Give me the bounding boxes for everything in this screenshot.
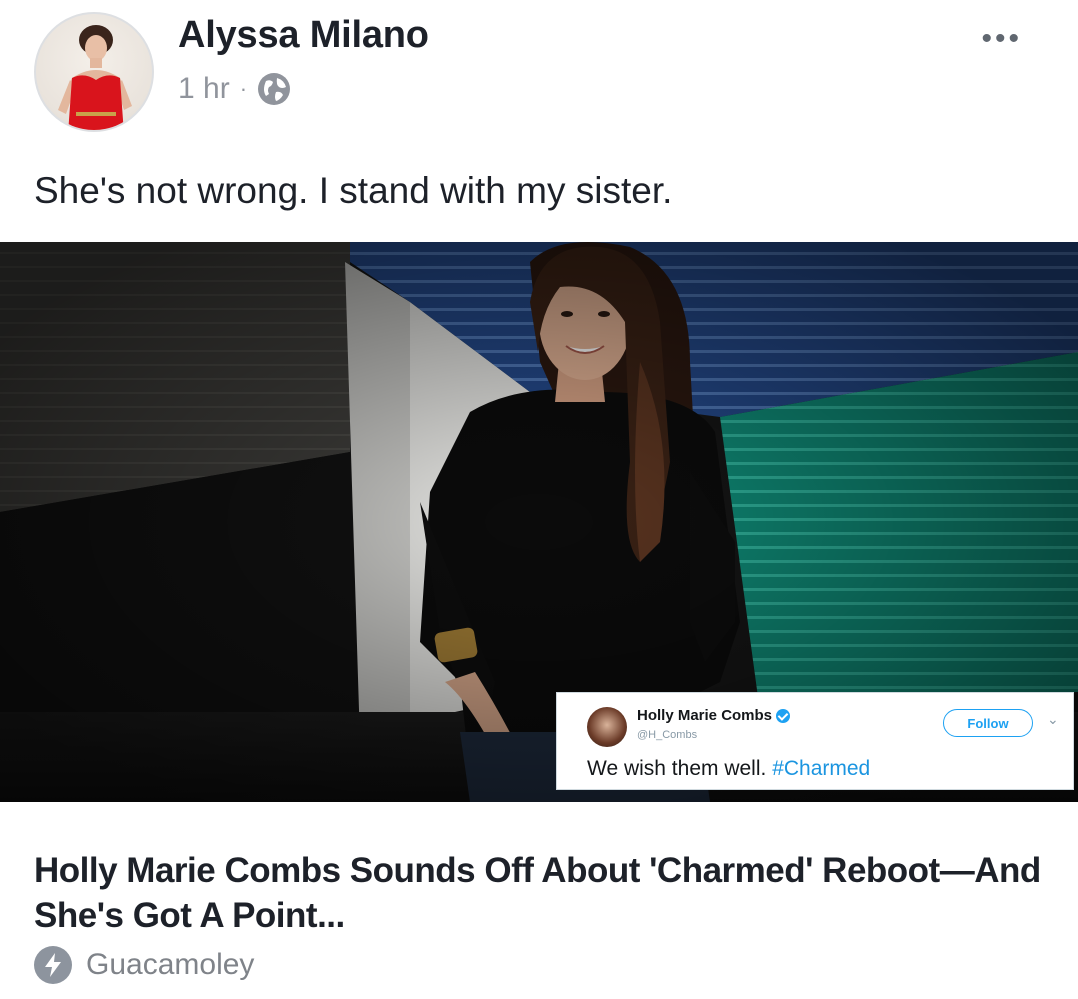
- link-preview-image[interactable]: Holly Marie Combs @H_Combs Follow ⌄ We w…: [0, 242, 1078, 802]
- author-avatar-image: [58, 25, 132, 130]
- follow-button[interactable]: Follow: [943, 709, 1033, 737]
- embedded-tweet-card: Holly Marie Combs @H_Combs Follow ⌄ We w…: [556, 692, 1074, 790]
- facebook-post: Alyssa Milano 1 hr · ••• She's not wrong…: [0, 0, 1078, 999]
- link-title[interactable]: Holly Marie Combs Sounds Off About 'Char…: [34, 848, 1044, 938]
- post-status-text: She's not wrong. I stand with my sister.: [34, 170, 673, 211]
- tweet-author-name: Holly Marie Combs: [637, 707, 791, 724]
- verified-badge-icon: [776, 708, 791, 723]
- source-name: Guacamoley: [86, 948, 255, 981]
- meta-separator: ·: [239, 76, 248, 101]
- bolt-icon: [34, 946, 72, 984]
- author-name[interactable]: Alyssa Milano: [178, 14, 429, 57]
- tweet-author-handle: @H_Combs: [637, 729, 698, 741]
- tweet-hashtag[interactable]: #Charmed: [772, 757, 870, 780]
- post-time[interactable]: 1 hr: [178, 72, 230, 106]
- post-meta: 1 hr ·: [178, 72, 291, 106]
- more-options-icon[interactable]: •••: [981, 24, 1022, 54]
- tweet-author-name-text: Holly Marie Combs: [637, 707, 773, 724]
- author-avatar[interactable]: [34, 12, 154, 132]
- tweet-body: We wish them well.: [587, 757, 767, 780]
- chevron-down-icon[interactable]: ⌄: [1047, 711, 1059, 728]
- tweet-author-avatar: [587, 707, 627, 747]
- tweet-text: We wish them well. #Charmed: [587, 757, 870, 781]
- globe-icon[interactable]: [257, 72, 291, 106]
- link-source[interactable]: Guacamoley: [34, 946, 254, 984]
